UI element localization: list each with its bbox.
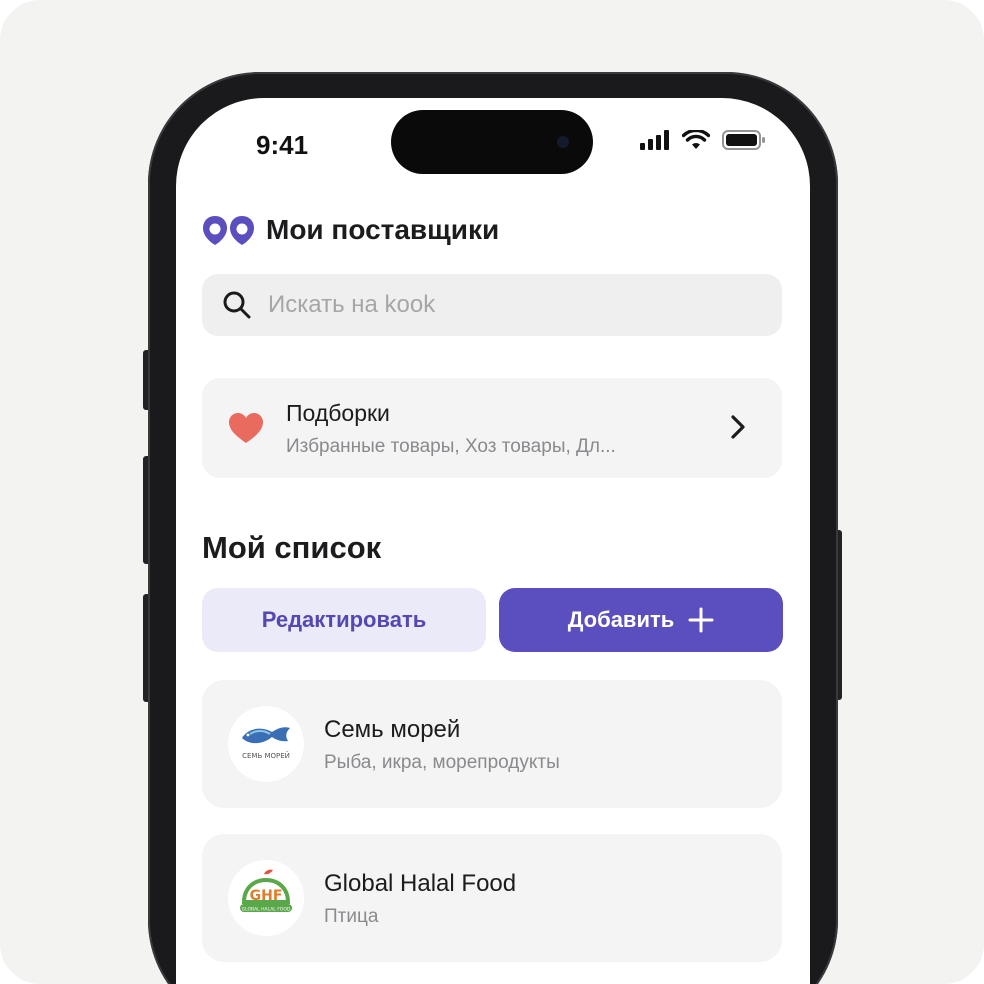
search-icon (223, 291, 251, 319)
my-list-title: Мой список (202, 530, 382, 565)
supplier-logo-text: СЕМЬ МОРЕЙ (242, 751, 290, 760)
page-title: Мои поставщики (266, 214, 500, 245)
supplier-card[interactable]: GHF GLOBAL HALAL FOOD Global Halal Food … (202, 834, 782, 962)
status-icons (640, 130, 766, 150)
supplier-logo-text: GLOBAL HALAL FOOD (242, 907, 291, 913)
supplier-name: Global Halal Food (324, 870, 517, 897)
search-placeholder: Искать на kook (268, 291, 436, 318)
supplier-name: Семь морей (324, 716, 461, 743)
cellular-signal-icon (640, 130, 669, 150)
collections-subtitle: Избранные товары, Хоз товары, Дл... (286, 436, 616, 457)
plus-icon (688, 607, 714, 633)
phone-screen: 9:41 Мои поставщики Искать на kook Подбо… (176, 98, 810, 984)
supplier-logo: GHF GLOBAL HALAL FOOD (228, 860, 304, 936)
canvas-background: 9:41 Мои поставщики Искать на kook Подбо… (0, 0, 984, 984)
supplier-card[interactable]: СЕМЬ МОРЕЙ Семь морей Рыба, икра, морепр… (202, 680, 782, 808)
supplier-description: Птица (324, 906, 379, 927)
fish-logo-icon: СЕМЬ МОРЕЙ (242, 727, 290, 760)
battery-icon (722, 130, 765, 150)
collections-title: Подборки (286, 400, 390, 426)
collections-card[interactable]: Подборки Избранные товары, Хоз товары, Д… (202, 378, 782, 478)
supplier-description: Рыба, икра, морепродукты (324, 752, 560, 773)
edit-button[interactable]: Редактировать (202, 588, 486, 652)
kook-logo-icon (203, 216, 254, 245)
camera-icon (557, 136, 569, 148)
edit-button-label: Редактировать (261, 607, 427, 632)
search-input[interactable]: Искать на kook (202, 274, 782, 336)
add-button[interactable]: Добавить (499, 588, 783, 652)
status-time: 9:41 (256, 130, 309, 160)
status-bar: 9:41 (176, 98, 810, 188)
header: Мои поставщики (202, 210, 499, 250)
add-button-label: Добавить (567, 607, 675, 632)
supplier-logo: СЕМЬ МОРЕЙ (228, 706, 304, 782)
heart-icon (229, 413, 263, 443)
halal-logo-icon: GHF GLOBAL HALAL FOOD (240, 869, 292, 913)
wifi-icon (682, 130, 710, 149)
svg-text:GHF: GHF (250, 888, 283, 904)
chevron-right-icon (731, 415, 745, 439)
dynamic-island (391, 110, 593, 174)
